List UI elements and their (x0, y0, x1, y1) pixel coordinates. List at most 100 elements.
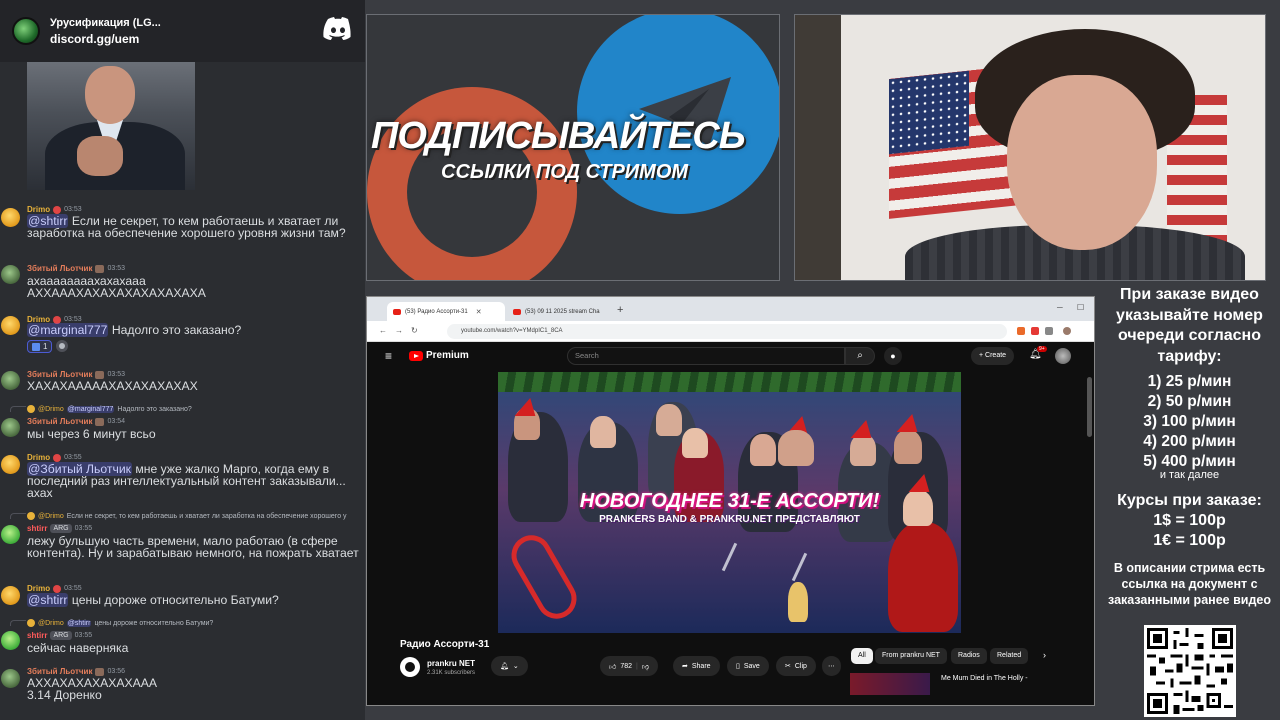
tab-title: (53) Радио Ассорти-31 (405, 308, 468, 315)
telephone-icon (504, 528, 584, 626)
address-bar-row: ← → ↻ youtube.com/watch?v=YMdpIC1_8CA (367, 321, 1094, 342)
user-avatar[interactable] (1, 208, 20, 227)
message-time: 03:53 (107, 265, 125, 272)
message-author[interactable]: shtirr (27, 631, 47, 640)
browser-tab-active[interactable]: (53) Радио Ассорти-31 ✕ (387, 302, 505, 321)
message-text: ХАХАХАААААХАХАХАХАХАХ (27, 379, 198, 393)
message-author[interactable]: Drimo (27, 584, 50, 593)
menu-icon[interactable]: ≡ (385, 349, 392, 363)
microphone-icon[interactable]: ● (884, 347, 902, 365)
user-tag: ARG (50, 524, 72, 533)
message-author[interactable]: Drimo (27, 205, 50, 214)
rates-section: Курсы при заказе: 1$ = 100р 1€ = 100р (1099, 491, 1280, 551)
tab-close-icon[interactable]: ✕ (476, 308, 482, 316)
message-time: 03:55 (74, 525, 93, 532)
browser-tab[interactable]: (53) 09 11 2025 stream Cha (507, 302, 613, 321)
user-mention[interactable]: @shtirr (27, 593, 69, 607)
discord-chat-panel: Урусификация (LG... discord.gg/uem Drimo… (0, 0, 365, 720)
tariff-more: и так далее (1159, 469, 1220, 481)
bell-icon: 🔔︎ (500, 663, 509, 670)
message-author[interactable]: Drimo (27, 453, 50, 462)
subscribe-banner: ПОДПИСЫВАЙТЕСЬ ССЫЛКИ ПОД СТРИМОМ (366, 14, 780, 281)
tariff-item: 1) 25 р/мин (1147, 373, 1232, 390)
user-avatar[interactable] (1, 371, 20, 390)
profile-icon[interactable] (1063, 327, 1071, 335)
message-time: 03:56 (107, 668, 125, 675)
reload-icon[interactable]: ↻ (411, 326, 418, 335)
message-author[interactable]: Збитый Льотчик (27, 667, 92, 676)
search-icon[interactable]: ⌕ (845, 347, 875, 365)
suggestion-thumbnail[interactable] (850, 673, 930, 695)
like-button[interactable]: 👍︎ 782 | 👎︎ (600, 656, 658, 676)
chip-all[interactable]: All (851, 648, 873, 664)
thumbnail-subtitle: PRANKERS BAND & PRANKRU.NET ПРЕДСТАВЛЯЮТ (599, 514, 860, 525)
extension-icon[interactable] (1017, 327, 1025, 335)
reply-preview[interactable]: @Drimo @marginal777 Надолго это заказано? (27, 404, 192, 414)
reply-preview[interactable]: @Drimo Если не секрет, то кем работаешь и… (27, 511, 347, 521)
share-button[interactable]: ➦ Share (673, 656, 720, 676)
streamer-webcam (794, 14, 1266, 281)
user-avatar[interactable] (1, 586, 20, 605)
search-input[interactable]: Search (567, 347, 845, 365)
create-button[interactable]: + Create (971, 347, 1015, 365)
url-field[interactable]: youtube.com/watch?v=YMdpIC1_8CA (447, 324, 1007, 339)
page-scrollbar[interactable] (1087, 377, 1092, 437)
more-actions-button[interactable]: ⋯ (822, 656, 841, 676)
save-button[interactable]: ▯ Save (727, 656, 769, 676)
channel-name[interactable]: prankru NET (427, 659, 475, 668)
message-time: 03:53 (64, 206, 82, 213)
account-avatar[interactable] (1055, 348, 1071, 364)
server-invite-link[interactable]: discord.gg/uem (50, 32, 161, 46)
message-text: @shtirr цены дороже относительно Батуми? (27, 593, 279, 607)
user-avatar[interactable] (1, 265, 20, 284)
chip-radios[interactable]: Radios (951, 648, 987, 664)
discord-server-header[interactable]: Урусификация (LG... discord.gg/uem (0, 0, 365, 62)
user-avatar[interactable] (1, 418, 20, 437)
message-text: лежу бульшую часть времени, мало работаю… (27, 534, 359, 560)
minimize-icon[interactable]: ─ (1057, 303, 1063, 312)
streamer-face (1007, 75, 1157, 250)
message-author[interactable]: Збитый Льотчик (27, 264, 92, 273)
user-avatar[interactable] (1, 525, 20, 544)
server-avatar (12, 17, 40, 45)
like-count: 782 (620, 662, 633, 670)
chevron-down-icon: ⌄ (512, 663, 519, 670)
user-avatar[interactable] (1, 669, 20, 688)
suggestion-title[interactable]: Me Mum Died in The Holly - (941, 675, 1028, 682)
qr-code-icon[interactable] (1144, 625, 1236, 717)
role-badge-icon (53, 453, 62, 462)
subscribe-bell-button[interactable]: 🔔︎ ⌄ (491, 656, 528, 676)
extension-icon[interactable] (1031, 327, 1039, 335)
back-arrow-icon[interactable]: ← (379, 326, 387, 335)
chip-from-channel[interactable]: From prankru NET (875, 648, 947, 664)
youtube-logo-icon[interactable] (409, 351, 423, 361)
shared-video-thumbnail[interactable] (27, 62, 195, 190)
user-avatar[interactable] (1, 455, 20, 474)
user-mention[interactable]: @marginal777 (27, 323, 109, 337)
new-tab-icon[interactable]: + (617, 304, 623, 316)
message-time: 03:55 (64, 585, 82, 592)
order-instructions: При заказе видео указывайте номер очеред… (1116, 286, 1263, 365)
channel-avatar[interactable] (400, 657, 420, 677)
forward-arrow-icon[interactable]: → (395, 326, 403, 335)
maximize-icon[interactable]: ☐ (1077, 303, 1084, 312)
thumbs-down-icon[interactable]: 👎︎ (642, 662, 649, 671)
video-player[interactable]: НОВОГОДНЕЕ 31-Е АССОРТИ! PRANKERS BAND &… (498, 372, 961, 633)
youtube-brand[interactable]: Premium (426, 350, 469, 361)
add-reaction-icon[interactable] (56, 340, 69, 352)
chip-related[interactable]: Related (990, 648, 1029, 664)
clip-button[interactable]: ✂ Clip (776, 656, 816, 676)
user-avatar[interactable] (1, 631, 20, 650)
reaction-button[interactable]: 1 (27, 340, 53, 353)
reply-preview[interactable]: @Drimo @shtirr цены дороже относительно Ба… (27, 618, 213, 628)
rates-heading: Курсы при заказе: (1117, 492, 1262, 509)
user-avatar[interactable] (1, 316, 20, 335)
message-author[interactable]: shtirr (27, 524, 47, 533)
order-info-panel: При заказе видео указывайте номер очеред… (1099, 280, 1280, 720)
reaction-count: 1 (43, 342, 48, 351)
chevron-right-icon[interactable]: › (1043, 650, 1046, 660)
tab-title: (53) 09 11 2025 stream Cha (525, 308, 600, 315)
message-author[interactable]: Збитый Льотчик (27, 370, 92, 379)
puzzle-icon[interactable] (1045, 327, 1053, 335)
message-author[interactable]: Збитый Льотчик (27, 417, 92, 426)
